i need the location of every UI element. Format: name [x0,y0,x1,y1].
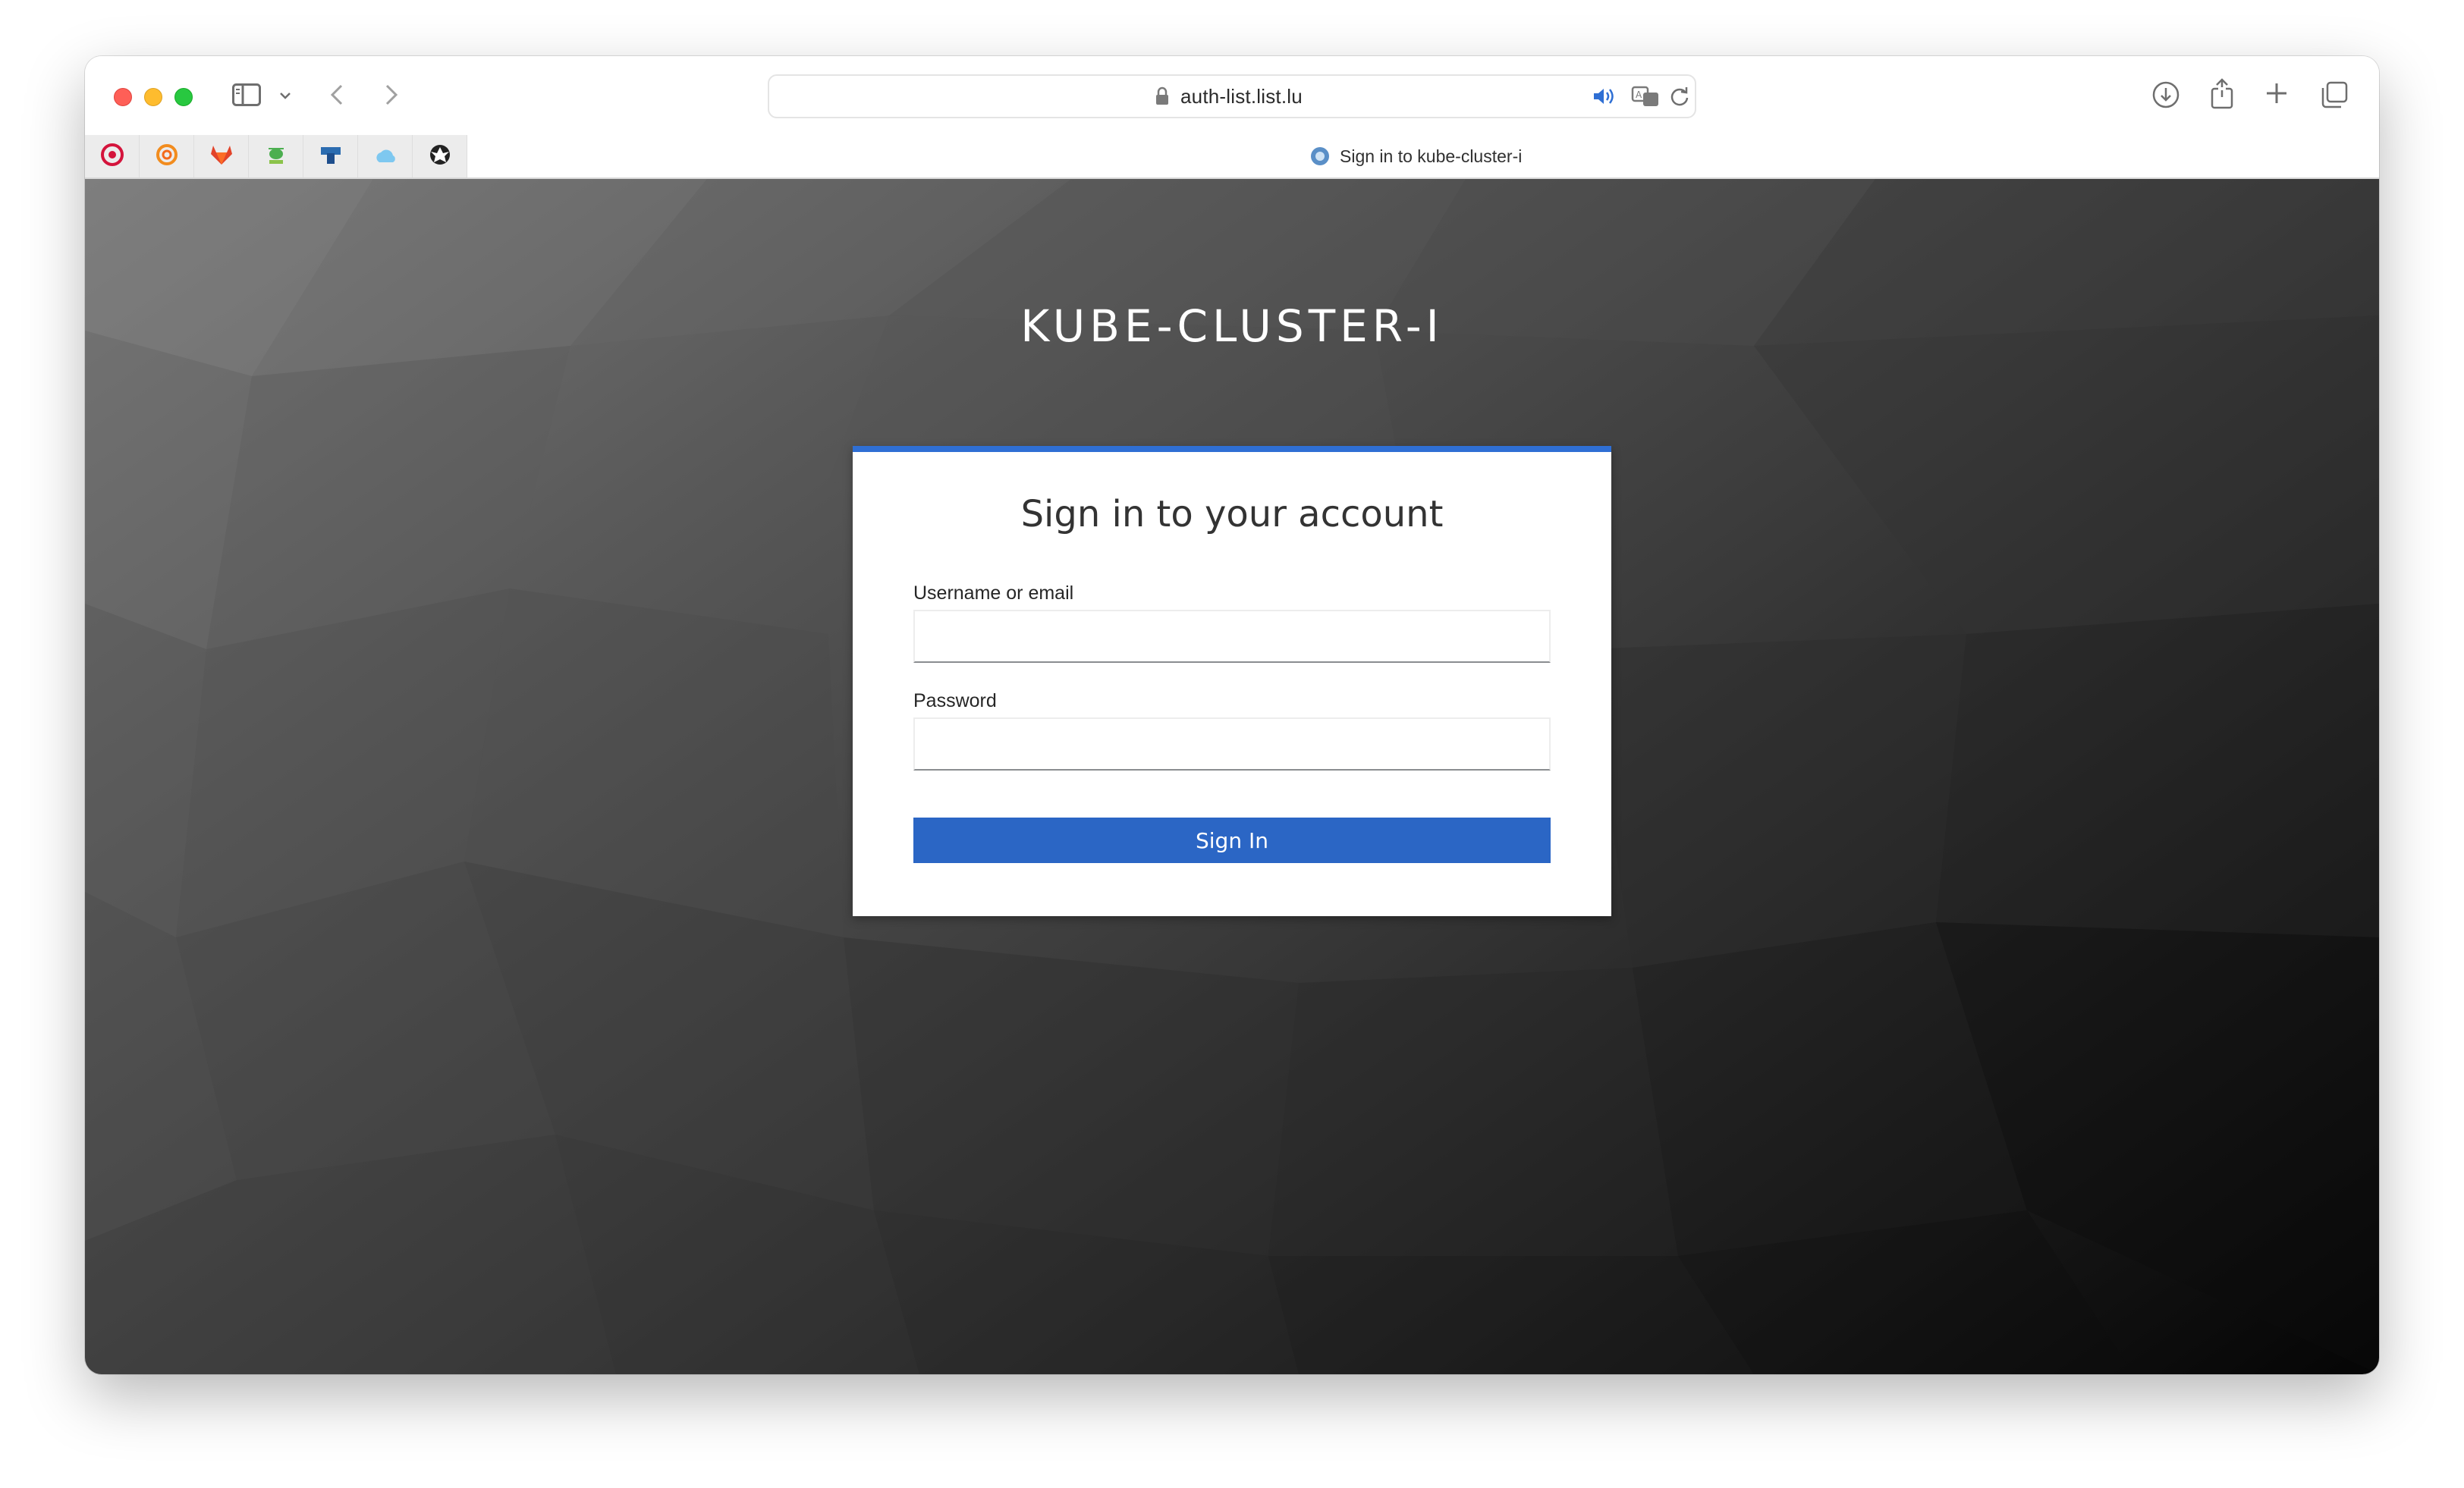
favorite-item[interactable] [85,135,140,177]
favorite-item[interactable] [194,135,249,177]
tab-overview-icon[interactable] [2320,80,2349,109]
favorites-bar [85,135,467,177]
tab-title-text: Sign in to kube-cluster-i [1340,146,1523,166]
close-window-button[interactable] [114,88,132,106]
sidebar-toggle-icon[interactable] [232,83,261,106]
tab-active[interactable]: Sign in to kube-cluster-i [1309,146,1522,167]
green-bug-icon [264,143,288,171]
realm-title: KUBE-CLUSTER-I [1020,300,1444,352]
translate-icon[interactable]: A [1631,85,1661,111]
password-input[interactable] [913,717,1551,771]
svg-text:A: A [1636,89,1642,100]
red-swirl-icon [100,143,124,171]
lock-icon [1155,86,1170,110]
minimize-window-button[interactable] [144,88,162,106]
eagle-crest-icon [428,143,452,171]
favorite-item[interactable] [249,135,303,177]
username-input[interactable] [913,610,1551,663]
zoom-window-button[interactable] [174,88,193,106]
favorite-item[interactable] [413,135,467,177]
grafana-icon [155,143,179,171]
tab-bar: Sign in to kube-cluster-i [85,135,2379,179]
site-favicon-icon [1309,146,1331,167]
sign-in-button[interactable]: Sign In [913,818,1551,863]
favorite-item[interactable] [140,135,194,177]
form-title: Sign in to your account [1020,493,1444,535]
blue-tool-icon [319,143,343,171]
forward-icon[interactable] [384,83,399,106]
favorite-item[interactable] [358,135,413,177]
chevron-down-icon[interactable] [279,91,291,100]
page-content: KUBE-CLUSTER-I Sign in to your account U… [85,179,2379,1374]
browser-toolbar: auth-list.list.lu A [85,56,2379,135]
browser-window: auth-list.list.lu A Sign in to kube-clus… [85,56,2379,1374]
reload-icon[interactable] [1669,85,1690,111]
address-bar[interactable]: auth-list.list.lu A [768,74,1696,118]
downloads-icon[interactable] [2151,80,2180,109]
back-icon[interactable] [329,83,344,106]
share-icon[interactable] [2209,77,2235,109]
url-text: auth-list.list.lu [1180,85,1303,108]
gitlab-icon [209,143,234,170]
password-label: Password [913,690,997,711]
username-label: Username or email [913,582,1074,604]
speaker-icon[interactable] [1592,85,1616,111]
new-tab-icon[interactable] [2264,80,2290,106]
favorite-item[interactable] [303,135,358,177]
cloud-icon [373,143,398,171]
login-card: Sign in to your account Username or emai… [853,446,1611,916]
